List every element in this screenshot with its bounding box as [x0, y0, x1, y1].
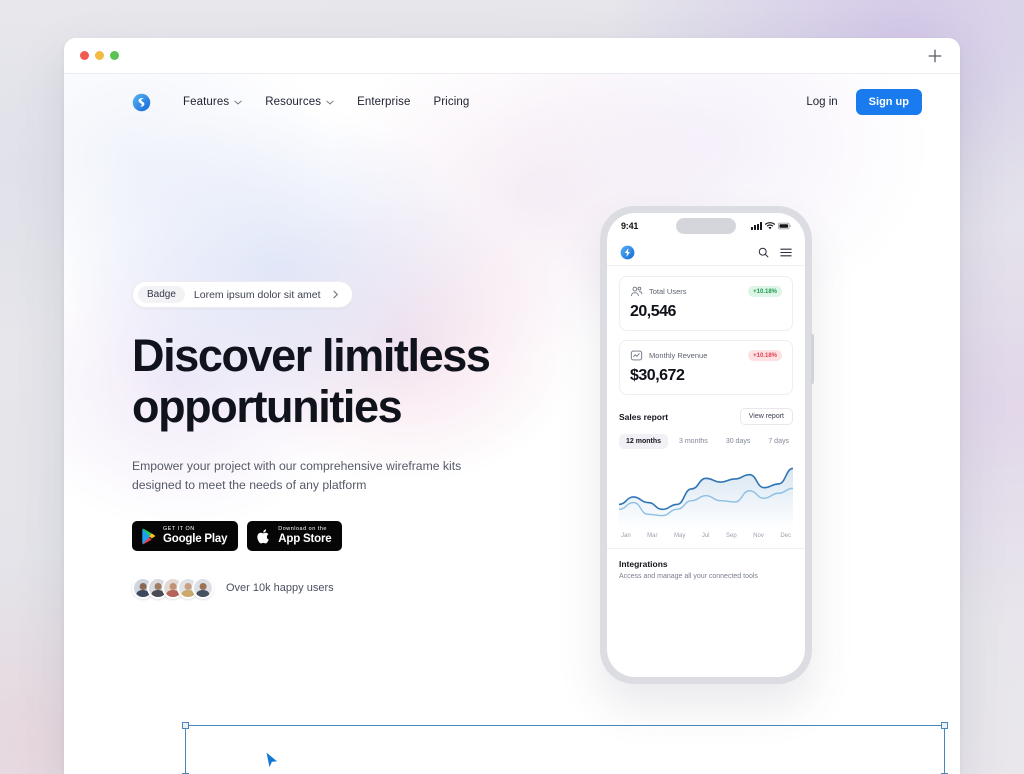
nav-item-label: Resources: [265, 96, 322, 108]
maximize-window-button[interactable]: [110, 51, 119, 60]
search-icon[interactable]: [758, 247, 769, 258]
stat-card-header: Monthly Revenue +10.18%: [630, 349, 782, 362]
app-store-big-label: App Store: [278, 533, 332, 546]
sales-chart-svg: [619, 455, 793, 529]
x-tick-label: Nov: [753, 533, 764, 539]
chart-x-axis-labels: Jan Mar May Jul Sep Nov Dec: [619, 529, 793, 539]
range-tabs: 12 months 3 months 30 days 7 days: [619, 434, 793, 449]
x-tick-label: Jan: [621, 533, 631, 539]
phone-app-body: Total Users +10.18% 20,546 Monthly Reven…: [607, 266, 805, 539]
phone-app-header: [607, 239, 805, 266]
stat-card-header: Total Users +10.18%: [630, 285, 782, 298]
integrations-title: Integrations: [619, 559, 668, 569]
integrations-section[interactable]: Integrations Access and manage all your …: [607, 548, 805, 580]
signup-button[interactable]: Sign up: [855, 89, 922, 115]
badge-pill-label: Badge: [138, 286, 185, 303]
app-store-label: Download on the App Store: [278, 527, 331, 545]
app-logo-bolt-icon[interactable]: [620, 245, 635, 260]
window-controls[interactable]: [80, 51, 119, 60]
browser-titlebar: [64, 38, 960, 74]
integrations-subtitle: Access and manage all your connected too…: [619, 573, 758, 580]
hamburger-menu-icon[interactable]: [780, 247, 792, 258]
stat-label: Total Users: [649, 287, 687, 296]
minimize-window-button[interactable]: [95, 51, 104, 60]
browser-window: Features Resources Enterprise Pricing Lo…: [64, 38, 960, 774]
mouse-pointer-icon: [265, 750, 280, 770]
stat-change-badge: +10.18%: [748, 286, 782, 297]
x-tick-label: May: [674, 533, 686, 539]
nav-item-pricing[interactable]: Pricing: [433, 96, 469, 108]
hero-section: Badge Lorem ipsum dolor sit amet Discove…: [64, 130, 960, 600]
wifi-icon: [765, 222, 775, 230]
site-navbar: Features Resources Enterprise Pricing Lo…: [64, 74, 960, 130]
brand-logo-icon[interactable]: [132, 93, 151, 112]
resize-handle-top-left[interactable]: [182, 722, 189, 729]
social-proof-text: Over 10k happy users: [226, 582, 334, 595]
phone-screen: 9:41 Total Users +10.18% 20,546 Monthly …: [607, 213, 805, 677]
google-play-icon: [142, 528, 155, 544]
nav-actions: Log in Sign up: [806, 89, 922, 115]
x-tick-label: Dec: [780, 533, 791, 539]
phone-mockup: 9:41 Total Users +10.18% 20,546 Monthly …: [600, 206, 814, 684]
announcement-badge[interactable]: Badge Lorem ipsum dolor sit amet: [132, 281, 353, 308]
view-report-button[interactable]: View report: [739, 408, 793, 425]
stat-card-monthly-revenue[interactable]: Monthly Revenue +10.18% $30,672: [619, 340, 793, 395]
login-link[interactable]: Log in: [806, 96, 837, 108]
status-time: 9:41: [621, 221, 639, 231]
dynamic-island: [676, 218, 736, 234]
nav-item-features[interactable]: Features: [183, 96, 242, 108]
battery-icon: [778, 222, 791, 230]
google-play-big-label: Google Play: [163, 533, 228, 546]
x-tick-label: Sep: [725, 533, 737, 539]
nav-item-label: Pricing: [433, 96, 470, 108]
badge-text: Lorem ipsum dolor sit amet: [193, 288, 321, 301]
x-tick-label: Mar: [647, 533, 658, 539]
range-tab-30-days[interactable]: 30 days: [719, 434, 758, 449]
sales-chart: Jan Mar May Jul Sep Nov Dec: [619, 455, 793, 539]
close-window-button[interactable]: [80, 51, 89, 60]
chevron-down-icon: [234, 100, 242, 104]
avatar-group: [132, 577, 214, 600]
chart-line-icon: [630, 350, 643, 361]
range-tab-7-days[interactable]: 7 days: [761, 434, 796, 449]
x-tick-label: Jul: [701, 533, 710, 539]
app-store-button[interactable]: Download on the App Store: [247, 521, 343, 552]
apple-icon: [257, 529, 270, 544]
nav-item-resources[interactable]: Resources: [265, 96, 334, 108]
selection-box[interactable]: [182, 722, 948, 774]
stat-change-badge: +10.18%: [748, 350, 782, 361]
stat-value: $30,672: [630, 367, 685, 384]
stat-label: Monthly Revenue: [649, 351, 708, 360]
status-icons: [751, 222, 791, 230]
phone-app-actions: [758, 247, 792, 258]
phone-power-button: [811, 334, 814, 384]
nav-item-label: Features: [183, 96, 230, 108]
range-tab-12-months[interactable]: 12 months: [619, 434, 669, 449]
stat-card-total-users[interactable]: Total Users +10.18% 20,546: [619, 276, 793, 331]
range-tab-3-months[interactable]: 3 months: [672, 434, 715, 449]
page-title: Discover limitless opportunities: [132, 330, 491, 432]
avatar: [192, 577, 214, 600]
plus-icon[interactable]: [926, 47, 944, 65]
app-store-buttons: GET IT ON Google Play Download on the Ap…: [132, 521, 960, 552]
chevron-right-icon: [332, 290, 338, 299]
social-proof: Over 10k happy users: [132, 577, 960, 600]
chart-area-primary: [619, 468, 793, 529]
nav-item-enterprise[interactable]: Enterprise: [357, 96, 410, 108]
sales-report-header: Sales report View report: [619, 408, 793, 425]
stat-value: 20,546: [630, 303, 676, 320]
google-play-label: GET IT ON Google Play: [163, 527, 227, 545]
hero-subtext: Empower your project with our comprehens…: [132, 458, 462, 493]
users-icon: [631, 286, 643, 297]
google-play-button[interactable]: GET IT ON Google Play: [132, 521, 239, 552]
phone-statusbar: 9:41: [607, 213, 805, 239]
sales-report-title: Sales report: [619, 411, 669, 422]
resize-handle-top-right[interactable]: [941, 722, 948, 729]
nav-item-label: Enterprise: [357, 96, 411, 108]
cellular-signal-icon: [751, 222, 762, 230]
chevron-down-icon: [326, 100, 334, 104]
website-viewport: Features Resources Enterprise Pricing Lo…: [64, 74, 960, 774]
nav-links: Features Resources Enterprise Pricing: [183, 96, 469, 108]
